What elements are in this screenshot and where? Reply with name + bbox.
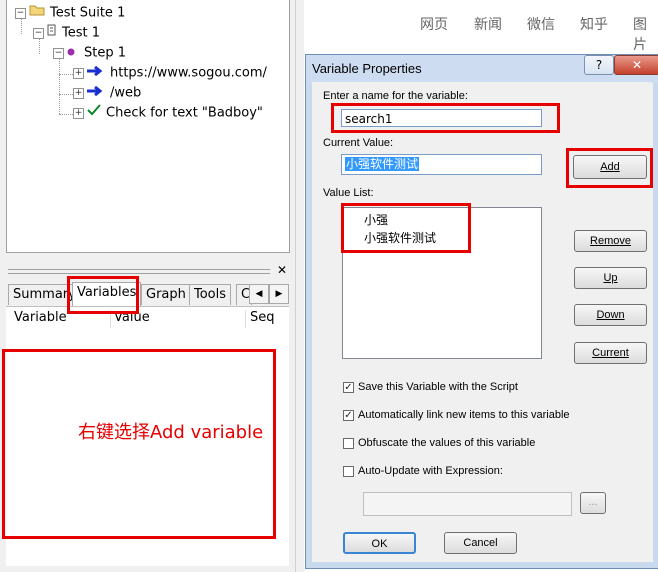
script-tree: − Test Suite 1 − Test 1 − Step 1 + https://w… [6, 0, 290, 253]
folder-icon [29, 3, 45, 23]
tree-step-label: Step 1 [84, 45, 127, 61]
panel-splitter[interactable]: ✕ [6, 262, 289, 278]
annotation-list [341, 203, 471, 253]
current-value-field[interactable]: 小强软件测试 [341, 154, 542, 175]
expand-icon[interactable]: + [73, 107, 84, 119]
column-variable[interactable]: Variable [14, 308, 67, 328]
annotation-text: 右键选择Add variable [78, 422, 264, 443]
tree-request-2[interactable]: + /web [73, 83, 141, 103]
tab-tools[interactable]: Tools [189, 284, 232, 305]
up-button-label: Up [603, 272, 618, 284]
test-icon [47, 23, 57, 43]
annotation-name [331, 103, 560, 133]
tree-suite-label: Test Suite 1 [50, 5, 126, 21]
tree-step[interactable]: − Step 1 [53, 43, 126, 63]
tab-graph[interactable]: Graph [141, 284, 191, 305]
request-arrow-icon [87, 83, 105, 103]
down-button-label: Down [596, 309, 625, 321]
name-label: Enter a name for the variable: [323, 90, 468, 102]
expand-icon[interactable]: + [73, 67, 84, 79]
nav-images[interactable]: 图片 [633, 14, 658, 54]
close-panel-icon[interactable]: ✕ [277, 263, 287, 277]
tree-check[interactable]: + Check for text "Badboy" [73, 103, 263, 123]
checkmark-icon [87, 103, 101, 123]
tree-item-label: /web [110, 85, 142, 101]
help-button[interactable]: ? [584, 55, 614, 75]
tree-item-label: Check for text "Badboy" [106, 105, 263, 121]
current-button[interactable]: Current [574, 342, 647, 364]
auto-update-checkbox[interactable] [343, 466, 354, 477]
collapse-icon[interactable]: − [53, 47, 64, 59]
tree-item-label: https://www.sogou.com/ [110, 65, 267, 81]
expand-icon[interactable]: + [73, 87, 84, 99]
request-arrow-icon [87, 63, 105, 83]
cancel-button[interactable]: Cancel [444, 532, 517, 554]
down-button[interactable]: Down [574, 304, 647, 326]
ok-button[interactable]: OK [343, 532, 416, 554]
collapse-icon[interactable]: − [15, 7, 26, 19]
obfuscate-label: Obfuscate the values of this variable [358, 437, 536, 449]
remove-button[interactable]: Remove [574, 230, 647, 252]
remove-button-label: Remove [590, 235, 631, 247]
vertical-splitter[interactable] [295, 0, 304, 572]
selected-text: 小强软件测试 [345, 157, 420, 171]
annotation-add [566, 148, 653, 188]
obfuscate-checkbox[interactable] [343, 438, 354, 449]
auto-link-label: Automatically link new items to this var… [358, 409, 570, 421]
value-list-label: Value List: [323, 187, 374, 199]
annotation-box [2, 349, 276, 539]
dialog-title: Variable Properties [312, 61, 422, 76]
current-button-label: Current [592, 347, 629, 359]
nav-weixin[interactable]: 微信 [527, 14, 555, 34]
browse-button[interactable]: ... [580, 492, 606, 514]
close-button[interactable]: ✕ [614, 55, 658, 75]
tree-test[interactable]: − Test 1 [33, 23, 100, 43]
up-button[interactable]: Up [574, 267, 647, 289]
nav-zhihu[interactable]: 知乎 [580, 14, 608, 34]
expression-field[interactable] [363, 492, 572, 516]
nav-news[interactable]: 新闻 [474, 14, 502, 34]
tab-scroll-right-icon[interactable]: ▶ [269, 284, 289, 304]
auto-update-label: Auto-Update with Expression: [358, 465, 503, 477]
tab-bar: Summary Variables Graph Tools C ◀ ▶ [6, 282, 289, 307]
tree-test-label: Test 1 [62, 25, 101, 41]
current-value-label: Current Value: [323, 137, 394, 149]
collapse-icon[interactable]: − [33, 27, 44, 39]
nav-web[interactable]: 网页 [420, 14, 448, 34]
save-with-script-label: Save this Variable with the Script [358, 381, 518, 393]
tree-request-1[interactable]: + https://www.sogou.com/ [73, 63, 267, 83]
step-icon [67, 43, 75, 63]
tab-scroll-left-icon[interactable]: ◀ [249, 284, 269, 304]
annotation-variables-tab [67, 276, 139, 314]
tree-suite[interactable]: − Test Suite 1 [15, 3, 125, 23]
save-with-script-checkbox[interactable]: ✓ [343, 382, 354, 393]
auto-link-checkbox[interactable]: ✓ [343, 410, 354, 421]
column-seq[interactable]: Seq [250, 308, 275, 328]
